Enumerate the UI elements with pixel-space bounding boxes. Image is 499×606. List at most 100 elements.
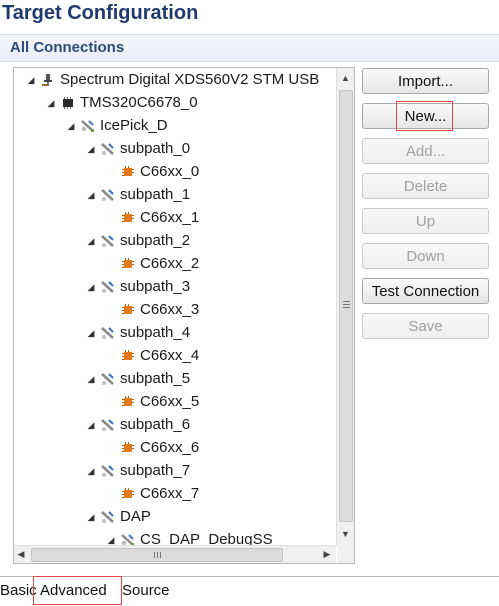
grip-line <box>154 552 155 558</box>
tree-item[interactable]: C66xx_7 <box>106 483 199 505</box>
tree-item-label: subpath_7 <box>120 462 191 479</box>
expand-toggle-icon[interactable]: ◢ <box>86 138 96 160</box>
delete-button[interactable]: Delete <box>362 173 489 199</box>
cpu-icon <box>120 164 136 180</box>
tree-item[interactable]: ◢ Spectrum Digital XDS560V2 STM USB <box>26 69 320 91</box>
tree-item-label: C66xx_3 <box>140 301 200 318</box>
expand-toggle-icon[interactable]: ◢ <box>86 276 96 298</box>
tree-item-label: subpath_3 <box>120 278 191 295</box>
tree-item[interactable]: C66xx_1 <box>106 207 199 229</box>
subpath-icon <box>100 417 116 433</box>
add-button[interactable]: Add... <box>362 138 489 164</box>
test-connection-button[interactable]: Test Connection <box>362 278 489 304</box>
expand-toggle-icon[interactable]: ◢ <box>46 92 56 114</box>
tree-item-label: DAP <box>120 508 151 525</box>
expand-toggle-icon[interactable]: ◢ <box>86 322 96 344</box>
tree-item-label: C66xx_1 <box>140 209 200 226</box>
tree-item[interactable]: ◢ IcePick_D <box>66 115 168 137</box>
advanced-tab-highlight <box>33 576 122 605</box>
tree-item[interactable]: C66xx_0 <box>106 161 199 183</box>
section-title: All Connections <box>10 39 125 56</box>
tree-item[interactable]: C66xx_4 <box>106 345 199 367</box>
expand-toggle-icon[interactable]: ◢ <box>86 184 96 206</box>
grip-line <box>343 304 350 305</box>
save-button[interactable]: Save <box>362 313 489 339</box>
tree-item-label: Spectrum Digital XDS560V2 STM USB <box>60 71 320 88</box>
cpu-icon <box>120 486 136 502</box>
grip-line <box>160 552 161 558</box>
tab-source[interactable]: Source <box>122 577 170 605</box>
scroll-down-arrow-icon[interactable]: ▼ <box>337 526 354 542</box>
tree-item-label: subpath_0 <box>120 140 191 157</box>
router-icon <box>80 118 96 134</box>
horizontal-scrollbar[interactable]: ◀ ▶ <box>14 545 336 563</box>
subpath-icon <box>100 371 116 387</box>
expand-toggle-icon[interactable]: ◢ <box>86 368 96 390</box>
cpu-icon <box>120 210 136 226</box>
tree-item[interactable]: ◢ subpath_5 <box>86 368 191 390</box>
subpath-icon <box>100 187 116 203</box>
tree-item[interactable]: ◢ subpath_3 <box>86 276 191 298</box>
tree-item[interactable]: ◢ TMS320C6678_0 <box>46 92 198 114</box>
tree-item[interactable]: ◢ subpath_1 <box>86 184 191 206</box>
tree-item[interactable]: ◢ subpath_2 <box>86 230 191 252</box>
page-title: Target Configuration <box>2 2 199 24</box>
tree-item[interactable]: C66xx_5 <box>106 391 199 413</box>
subpath-icon <box>100 463 116 479</box>
subpath-icon <box>100 233 116 249</box>
grip-line <box>157 552 158 558</box>
expand-toggle-icon[interactable]: ◢ <box>86 414 96 436</box>
expand-toggle-icon[interactable]: ◢ <box>26 69 36 91</box>
tree-item-label: subpath_1 <box>120 186 191 203</box>
vertical-scrollbar[interactable]: ▲ ▼ <box>336 68 354 546</box>
cpu-icon <box>120 394 136 410</box>
cpu-icon <box>120 302 136 318</box>
tree-item[interactable]: C66xx_3 <box>106 299 199 321</box>
tree-item[interactable]: ◢ subpath_7 <box>86 460 191 482</box>
down-button[interactable]: Down <box>362 243 489 269</box>
tree-item-label: TMS320C6678_0 <box>80 94 198 111</box>
scroll-right-arrow-icon[interactable]: ▶ <box>320 546 334 562</box>
tree-item-label: C66xx_6 <box>140 439 200 456</box>
chip-icon <box>60 95 76 111</box>
cpu-icon <box>120 348 136 364</box>
tree-item[interactable]: ◢ subpath_6 <box>86 414 191 436</box>
tree-item-label: subpath_2 <box>120 232 191 249</box>
tree-item-label: IcePick_D <box>100 117 168 134</box>
tree-item[interactable]: ◢ subpath_4 <box>86 322 191 344</box>
vertical-scroll-thumb[interactable] <box>339 90 353 522</box>
new-button-highlight <box>396 101 453 131</box>
tab-basic[interactable]: Basic <box>0 577 37 605</box>
scroll-up-arrow-icon[interactable]: ▲ <box>337 70 354 86</box>
up-button[interactable]: Up <box>362 208 489 234</box>
import-button[interactable]: Import... <box>362 68 489 94</box>
subpath-icon <box>100 141 116 157</box>
tree-item-label: C66xx_0 <box>140 163 200 180</box>
tree-item-label: C66xx_2 <box>140 255 200 272</box>
horizontal-scroll-thumb[interactable] <box>31 548 283 562</box>
tree-item-label: subpath_5 <box>120 370 191 387</box>
connections-tree[interactable]: ◢ Spectrum Digital XDS560V2 STM USB ◢ TMS32… <box>13 67 355 564</box>
tree-item-label: C66xx_5 <box>140 393 200 410</box>
expand-toggle-icon[interactable]: ◢ <box>86 506 96 528</box>
tree-item-label: subpath_6 <box>120 416 191 433</box>
subpath-icon <box>100 325 116 341</box>
expand-toggle-icon[interactable]: ◢ <box>86 460 96 482</box>
subpath-icon <box>100 279 116 295</box>
tree-item[interactable]: C66xx_2 <box>106 253 199 275</box>
tree-item[interactable]: C66xx_6 <box>106 437 199 459</box>
expand-toggle-icon[interactable]: ◢ <box>66 115 76 137</box>
tree-item-label: C66xx_7 <box>140 485 200 502</box>
subpath-icon <box>100 509 116 525</box>
scroll-left-arrow-icon[interactable]: ◀ <box>14 546 28 562</box>
grip-line <box>343 307 350 308</box>
cpu-icon <box>120 256 136 272</box>
expand-toggle-icon[interactable]: ◢ <box>86 230 96 252</box>
tree-item[interactable]: ◢ subpath_0 <box>86 138 191 160</box>
connection-icon <box>40 72 56 88</box>
tree-item-label: C66xx_4 <box>140 347 200 364</box>
cpu-icon <box>120 440 136 456</box>
tree-item[interactable]: ◢ DAP <box>86 506 151 528</box>
grip-line <box>343 301 350 302</box>
section-header: All Connections <box>0 34 499 62</box>
